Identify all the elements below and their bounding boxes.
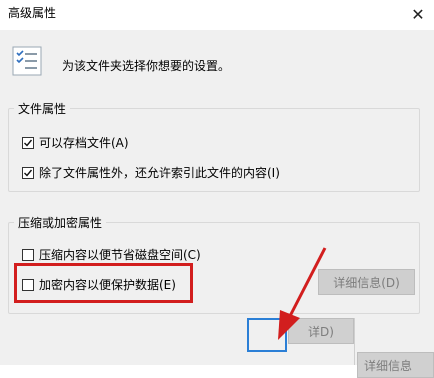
index-checkbox[interactable]: [22, 166, 34, 179]
compress-checkbox[interactable]: [22, 248, 34, 261]
dialog-body: [0, 30, 434, 365]
window-title: 高级属性: [8, 6, 57, 20]
header-description: 为该文件夹选择你想要的设置。: [62, 59, 231, 73]
archive-label: 可以存档文件(A): [39, 136, 129, 150]
zoom-details-button-label: 详细信息: [364, 358, 413, 373]
arrow-annotation-icon: [278, 247, 327, 340]
title-bar: 高级属性 ✕: [0, 0, 434, 30]
zoom-details-button-partial[interactable]: 详细信息: [357, 352, 434, 378]
archive-checkbox-row[interactable]: 可以存档文件(A): [22, 134, 129, 151]
checkmark-icon: [24, 139, 33, 147]
archive-checkbox[interactable]: [22, 136, 34, 149]
index-label: 除了文件属性外，还允许索引此文件的内容(I): [39, 166, 280, 180]
checkmark-icon: [24, 169, 33, 177]
encrypt-highlight-annotation: [14, 263, 193, 303]
compress-checkbox-row[interactable]: 压缩内容以便节省磁盘空间(C): [22, 246, 201, 263]
details-button-label: 详细信息(D): [333, 275, 400, 290]
close-button[interactable]: ✕: [402, 0, 434, 28]
file-attributes-legend: 文件属性: [14, 100, 71, 117]
properties-list-icon: [12, 46, 42, 76]
index-checkbox-row[interactable]: 除了文件属性外，还允许索引此文件的内容(I): [22, 164, 280, 181]
compress-encrypt-legend: 压缩或加密属性: [14, 214, 107, 231]
compress-label: 压缩内容以便节省磁盘空间(C): [39, 248, 201, 262]
close-icon: ✕: [411, 4, 425, 24]
